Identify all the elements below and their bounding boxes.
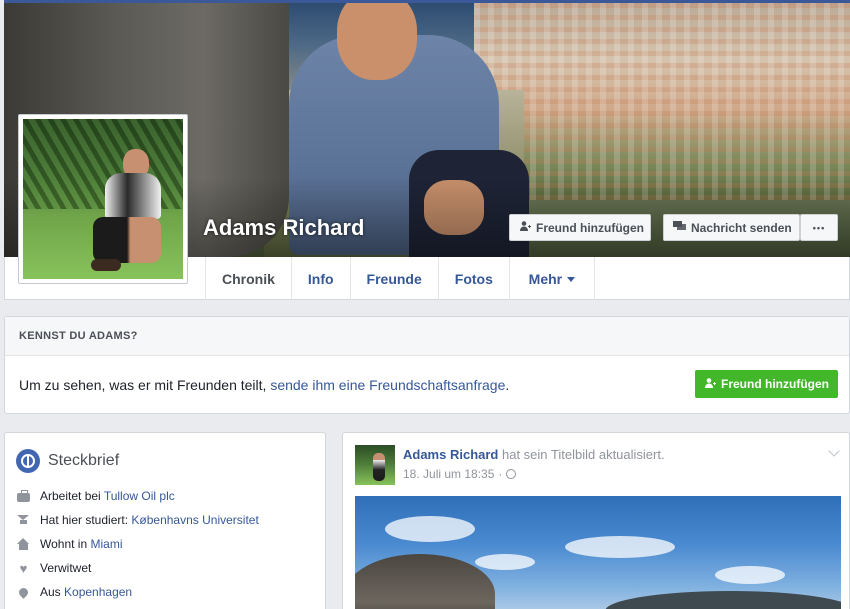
tab-info[interactable]: Info (292, 257, 351, 300)
prompt-text-before: Um zu sehen, was er mit Freunden teilt, (19, 377, 267, 393)
intro-item-work: Arbeitet bei Tullow Oil plc (17, 484, 325, 508)
public-audience-icon[interactable] (506, 469, 517, 479)
cover-town-background (474, 0, 850, 200)
tab-freunde[interactable]: Freunde (351, 257, 439, 300)
intro-title: Steckbrief (48, 451, 120, 469)
add-friend-green-button[interactable]: Freund hinzufügen (695, 370, 838, 398)
prompt-heading: KENNST DU ADAMS? (5, 317, 849, 356)
post-avatar[interactable] (355, 445, 395, 485)
more-dots-icon: ••• (812, 222, 826, 233)
intro-item-education: Hat hier studiert: Københavns Universite… (17, 508, 325, 532)
tab-label: Chronik (222, 270, 275, 287)
graduation-cap-icon (17, 514, 30, 527)
intro-item-text: Hat hier studiert: (40, 513, 129, 527)
post-options-chevron-icon[interactable] (828, 445, 840, 457)
add-friend-label: Freund hinzufügen (536, 220, 644, 235)
top-accent-bar (4, 0, 850, 3)
send-message-label: Nachricht senden (691, 220, 792, 235)
school-link[interactable]: Københavns Universitet (131, 513, 258, 527)
intro-item-text: Arbeitet bei (40, 489, 101, 503)
intro-card: Steckbrief Arbeitet bei Tullow Oil plc H… (4, 432, 326, 609)
heart-icon: ♥ (19, 560, 28, 576)
intro-item-text: Wohnt in (40, 537, 88, 551)
city-link[interactable]: Miami (90, 537, 122, 551)
tab-mehr[interactable]: Mehr (510, 257, 595, 300)
post-timestamp[interactable]: 18. Juli um 18:35 (403, 467, 494, 481)
intro-item-residence: Wohnt in Miami (17, 532, 325, 556)
briefcase-icon (17, 490, 30, 502)
send-friend-request-link[interactable]: sende ihm eine Freundschaftsanfrage (270, 377, 505, 393)
profile-picture[interactable] (18, 114, 188, 284)
send-message-button[interactable]: Nachricht senden (663, 214, 800, 241)
intro-item-relationship: ♥ Verwitwet (17, 556, 325, 580)
add-friend-green-label: Freund hinzufügen (721, 377, 829, 391)
hometown-link[interactable]: Kopenhagen (64, 585, 132, 599)
add-friend-button[interactable]: Freund hinzufügen (509, 214, 651, 241)
timeline-post: Adams Richard hat sein Titelbild aktuali… (342, 432, 850, 609)
post-cover-image[interactable] (355, 496, 841, 609)
prompt-text-after: . (505, 377, 510, 393)
globe-icon (16, 448, 40, 473)
location-pin-icon (17, 585, 30, 599)
more-options-button[interactable]: ••• (800, 214, 838, 241)
intro-item-text: Aus (40, 585, 61, 599)
message-icon (673, 220, 686, 235)
intro-item-text: Verwitwet (40, 561, 92, 575)
profile-name[interactable]: Adams Richard (203, 215, 364, 241)
tab-label: Info (307, 270, 334, 287)
employer-link[interactable]: Tullow Oil plc (104, 489, 175, 503)
home-icon (17, 537, 30, 551)
tab-chronik[interactable]: Chronik (205, 257, 292, 300)
post-headline: Adams Richard hat sein Titelbild aktuali… (403, 447, 665, 462)
tab-label: Fotos (454, 270, 493, 287)
friend-request-prompt: KENNST DU ADAMS? Um zu sehen, was er mit… (4, 316, 850, 414)
meta-separator: · (498, 467, 503, 481)
tab-label: Mehr (528, 270, 563, 287)
post-author-link[interactable]: Adams Richard (403, 447, 498, 462)
chevron-down-icon (567, 276, 576, 282)
post-action: hat sein Titelbild aktualisiert. (502, 447, 665, 462)
add-friend-icon (704, 377, 716, 392)
intro-item-hometown: Aus Kopenhagen (17, 580, 325, 604)
tab-label: Freunde (366, 270, 422, 287)
add-friend-icon (519, 220, 531, 235)
tab-fotos[interactable]: Fotos (439, 257, 510, 300)
post-meta: 18. Juli um 18:35 · (403, 467, 517, 481)
